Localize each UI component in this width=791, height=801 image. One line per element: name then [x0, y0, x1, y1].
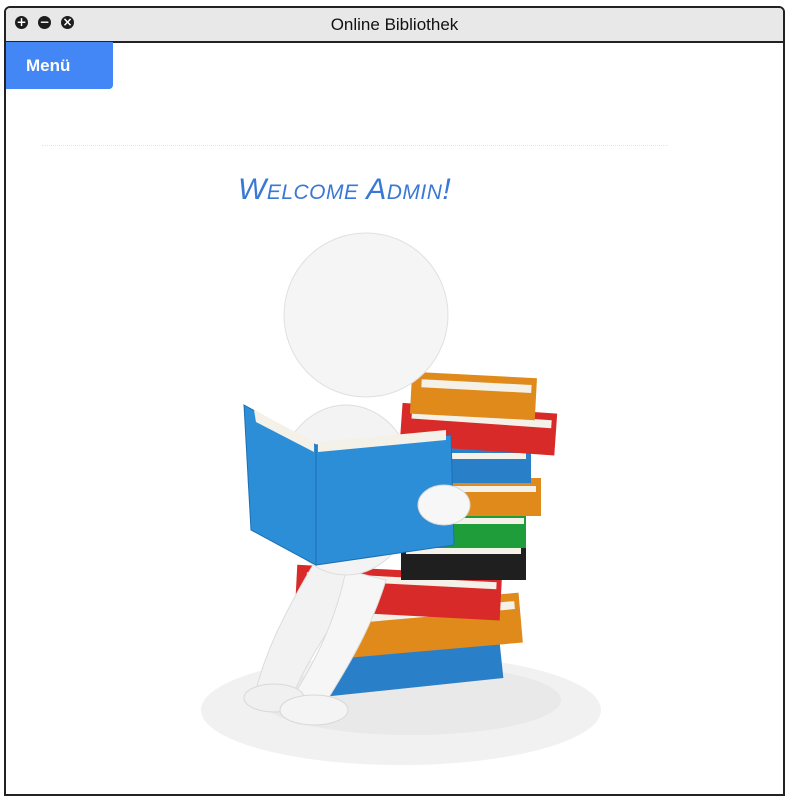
menu-button[interactable]: Menü [6, 42, 113, 89]
divider [42, 145, 668, 146]
app-window: + − × Online Bibliothek Menü Welcome Adm… [4, 6, 785, 796]
reading-person-with-books-illustration [201, 232, 601, 765]
welcome-heading: Welcome Admin! [238, 173, 452, 206]
title-bar: + − × Online Bibliothek [6, 8, 783, 43]
window-title: Online Bibliothek [330, 15, 459, 34]
